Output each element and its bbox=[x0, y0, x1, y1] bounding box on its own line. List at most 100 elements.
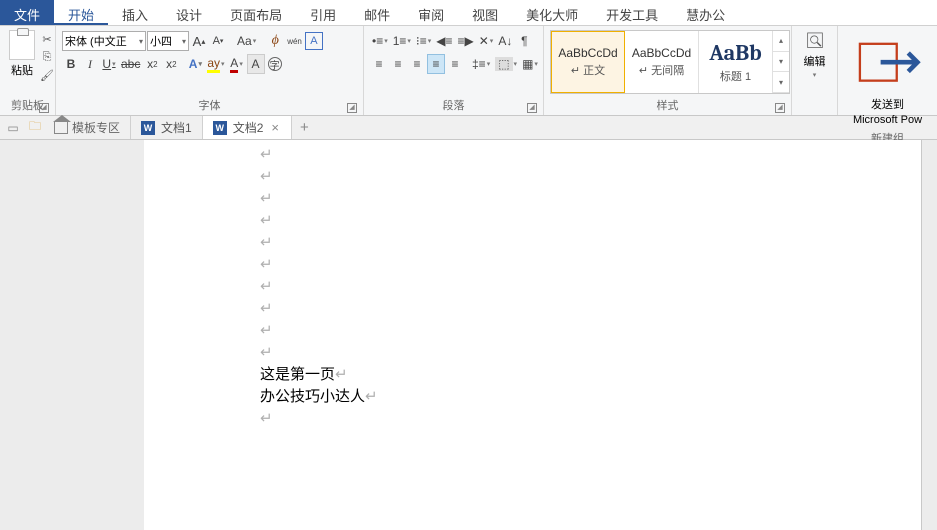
menu-insert[interactable]: 插入 bbox=[108, 0, 162, 25]
char-shading-button[interactable]: A bbox=[247, 54, 265, 74]
group-font: 宋体 (中文正▾ 小四▾ A▴ A▾ Aa▾ ϕ wén A B I U▾ ab… bbox=[56, 26, 364, 115]
align-justify-button[interactable]: ≡ bbox=[427, 54, 445, 74]
increase-indent-button[interactable]: ≡▶ bbox=[456, 31, 476, 51]
style-nospacing[interactable]: AaBbCcDd ↵ 无间隔 bbox=[625, 31, 699, 93]
style-gallery: AaBbCcDd ↵ 正文 AaBbCcDd ↵ 无间隔 AaBb 标题 1 ▴… bbox=[550, 30, 790, 94]
para-mark: ↵ bbox=[260, 342, 921, 364]
italic-button[interactable]: I bbox=[81, 54, 99, 74]
numbering-button[interactable]: 1≡▾ bbox=[391, 31, 413, 51]
style-scroll-up[interactable]: ▴ bbox=[773, 31, 789, 52]
menu-beautify[interactable]: 美化大师 bbox=[512, 0, 592, 25]
font-color-button[interactable]: A▾ bbox=[228, 54, 246, 74]
paste-icon bbox=[9, 30, 35, 60]
paragraph-group-label: 段落◢ bbox=[370, 95, 537, 115]
text-line1: 这是第一页↵ bbox=[260, 364, 921, 386]
font-size-select[interactable]: 小四▾ bbox=[147, 31, 189, 51]
decrease-indent-button[interactable]: ◀≡ bbox=[434, 31, 454, 51]
style-heading1[interactable]: AaBb 标题 1 bbox=[699, 31, 773, 93]
clipboard-launcher[interactable]: ◢ bbox=[39, 103, 49, 113]
style-scroll-down[interactable]: ▾ bbox=[773, 52, 789, 73]
multilevel-button[interactable]: ⁝≡▾ bbox=[414, 31, 433, 51]
superscript-button[interactable]: x2 bbox=[162, 54, 180, 74]
send-to-button[interactable]: 发送到 Microsoft Pow bbox=[850, 28, 925, 128]
para-mark: ↵ bbox=[260, 254, 921, 276]
menu-devtools[interactable]: 开发工具 bbox=[592, 0, 672, 25]
menu-design[interactable]: 设计 bbox=[162, 0, 216, 25]
style-expand[interactable]: ▾ bbox=[773, 72, 789, 93]
font-launcher[interactable]: ◢ bbox=[347, 103, 357, 113]
menubar: 文件 开始 插入 设计 页面布局 引用 邮件 审阅 视图 美化大师 开发工具 慧… bbox=[0, 0, 937, 26]
para-mark: ↵ bbox=[260, 210, 921, 232]
tab-doc2[interactable]: W 文档2 × bbox=[203, 116, 292, 139]
underline-button[interactable]: U▾ bbox=[100, 54, 118, 74]
para-mark: ↵ bbox=[260, 276, 921, 298]
menu-review[interactable]: 审阅 bbox=[404, 0, 458, 25]
text-direction-button[interactable]: ✕▾ bbox=[477, 31, 496, 51]
close-tab-button[interactable]: × bbox=[269, 120, 281, 135]
align-right-button[interactable]: ≡ bbox=[408, 54, 426, 74]
word-icon: W bbox=[141, 121, 155, 135]
char-border-button[interactable]: A bbox=[305, 32, 323, 50]
add-tab-button[interactable]: + bbox=[292, 119, 317, 136]
bullets-button[interactable]: •≡▾ bbox=[370, 31, 390, 51]
menu-mail[interactable]: 邮件 bbox=[350, 0, 404, 25]
para-mark: ↵ bbox=[260, 188, 921, 210]
grow-font-button[interactable]: A▴ bbox=[190, 31, 208, 51]
clear-format-button[interactable]: ϕ bbox=[266, 31, 284, 51]
para-mark: ↵ bbox=[260, 144, 921, 166]
para-mark: ↵ bbox=[260, 166, 921, 188]
paste-label: 粘贴 bbox=[11, 62, 33, 78]
group-edit: 编辑 ▾ bbox=[792, 26, 838, 115]
strike-button[interactable]: abc bbox=[119, 54, 142, 74]
menu-layout[interactable]: 页面布局 bbox=[216, 0, 296, 25]
copy-button[interactable]: ⎘ bbox=[38, 49, 56, 65]
enclose-char-button[interactable]: 字 bbox=[266, 54, 284, 74]
para-mark: ↵ bbox=[260, 320, 921, 342]
menu-file[interactable]: 文件 bbox=[0, 0, 54, 25]
menu-view[interactable]: 视图 bbox=[458, 0, 512, 25]
tab-doc1[interactable]: W 文档1 bbox=[131, 116, 203, 139]
scrollbar[interactable] bbox=[921, 140, 937, 530]
font-group-label: 字体◢ bbox=[62, 95, 357, 115]
style-normal[interactable]: AaBbCcDd ↵ 正文 bbox=[551, 31, 625, 93]
show-marks-button[interactable]: ¶ bbox=[515, 31, 533, 51]
borders-button[interactable]: ▦▾ bbox=[520, 54, 540, 74]
menu-references[interactable]: 引用 bbox=[296, 0, 350, 25]
find-icon bbox=[804, 30, 826, 51]
bold-button[interactable]: B bbox=[62, 54, 80, 74]
subscript-button[interactable]: x2 bbox=[143, 54, 161, 74]
menu-huioffice[interactable]: 慧办公 bbox=[672, 0, 739, 25]
new-blank-icon[interactable]: ▭ bbox=[0, 121, 22, 135]
phonetic-guide-button[interactable]: wén bbox=[285, 31, 304, 51]
style-gallery-controls: ▴ ▾ ▾ bbox=[773, 31, 789, 93]
format-painter-button[interactable]: 🖌 bbox=[38, 67, 56, 83]
open-folder-icon[interactable]: 🗀 bbox=[22, 117, 44, 138]
font-name-select[interactable]: 宋体 (中文正▾ bbox=[62, 31, 146, 51]
change-case-button[interactable]: Aa▾ bbox=[235, 31, 258, 51]
paragraph-launcher[interactable]: ◢ bbox=[527, 103, 537, 113]
para-mark: ↵ bbox=[260, 408, 921, 430]
highlight-button[interactable]: ay▾ bbox=[205, 54, 226, 74]
send-icon bbox=[853, 30, 922, 94]
sort-button[interactable]: A↓ bbox=[496, 31, 514, 51]
styles-launcher[interactable]: ◢ bbox=[775, 103, 785, 113]
shrink-font-button[interactable]: A▾ bbox=[209, 31, 227, 51]
text-effects-button[interactable]: A▾ bbox=[186, 54, 204, 74]
align-center-button[interactable]: ≡ bbox=[389, 54, 407, 74]
align-left-button[interactable]: ≡ bbox=[370, 54, 388, 74]
group-send: 发送到 Microsoft Pow 新建组 bbox=[838, 26, 937, 115]
edit-button[interactable]: 编辑 ▾ bbox=[801, 28, 829, 81]
shading-button[interactable]: ⬚▾ bbox=[493, 54, 519, 74]
page[interactable]: ↵ ↵ ↵ ↵ ↵ ↵ ↵ ↵ ↵ ↵ 这是第一页↵ 办公技巧小达人↵ ↵ bbox=[144, 140, 921, 530]
paste-button[interactable]: 粘贴 bbox=[6, 28, 38, 80]
group-clipboard: 粘贴 ✂ ⎘ 🖌 剪贴板◢ bbox=[0, 26, 56, 115]
line-spacing-button[interactable]: ‡≡▾ bbox=[470, 54, 492, 74]
menu-home[interactable]: 开始 bbox=[54, 0, 108, 25]
document-tabs: ▭ 🗀 模板专区 W 文档1 W 文档2 × + bbox=[0, 116, 937, 140]
template-zone[interactable]: 模板专区 bbox=[44, 116, 131, 139]
group-styles: AaBbCcDd ↵ 正文 AaBbCcDd ↵ 无间隔 AaBb 标题 1 ▴… bbox=[544, 26, 792, 115]
cut-button[interactable]: ✂ bbox=[38, 31, 56, 47]
styles-group-label: 样式◢ bbox=[550, 95, 785, 115]
align-distribute-button[interactable]: ≡ bbox=[446, 54, 464, 74]
para-mark: ↵ bbox=[260, 232, 921, 254]
